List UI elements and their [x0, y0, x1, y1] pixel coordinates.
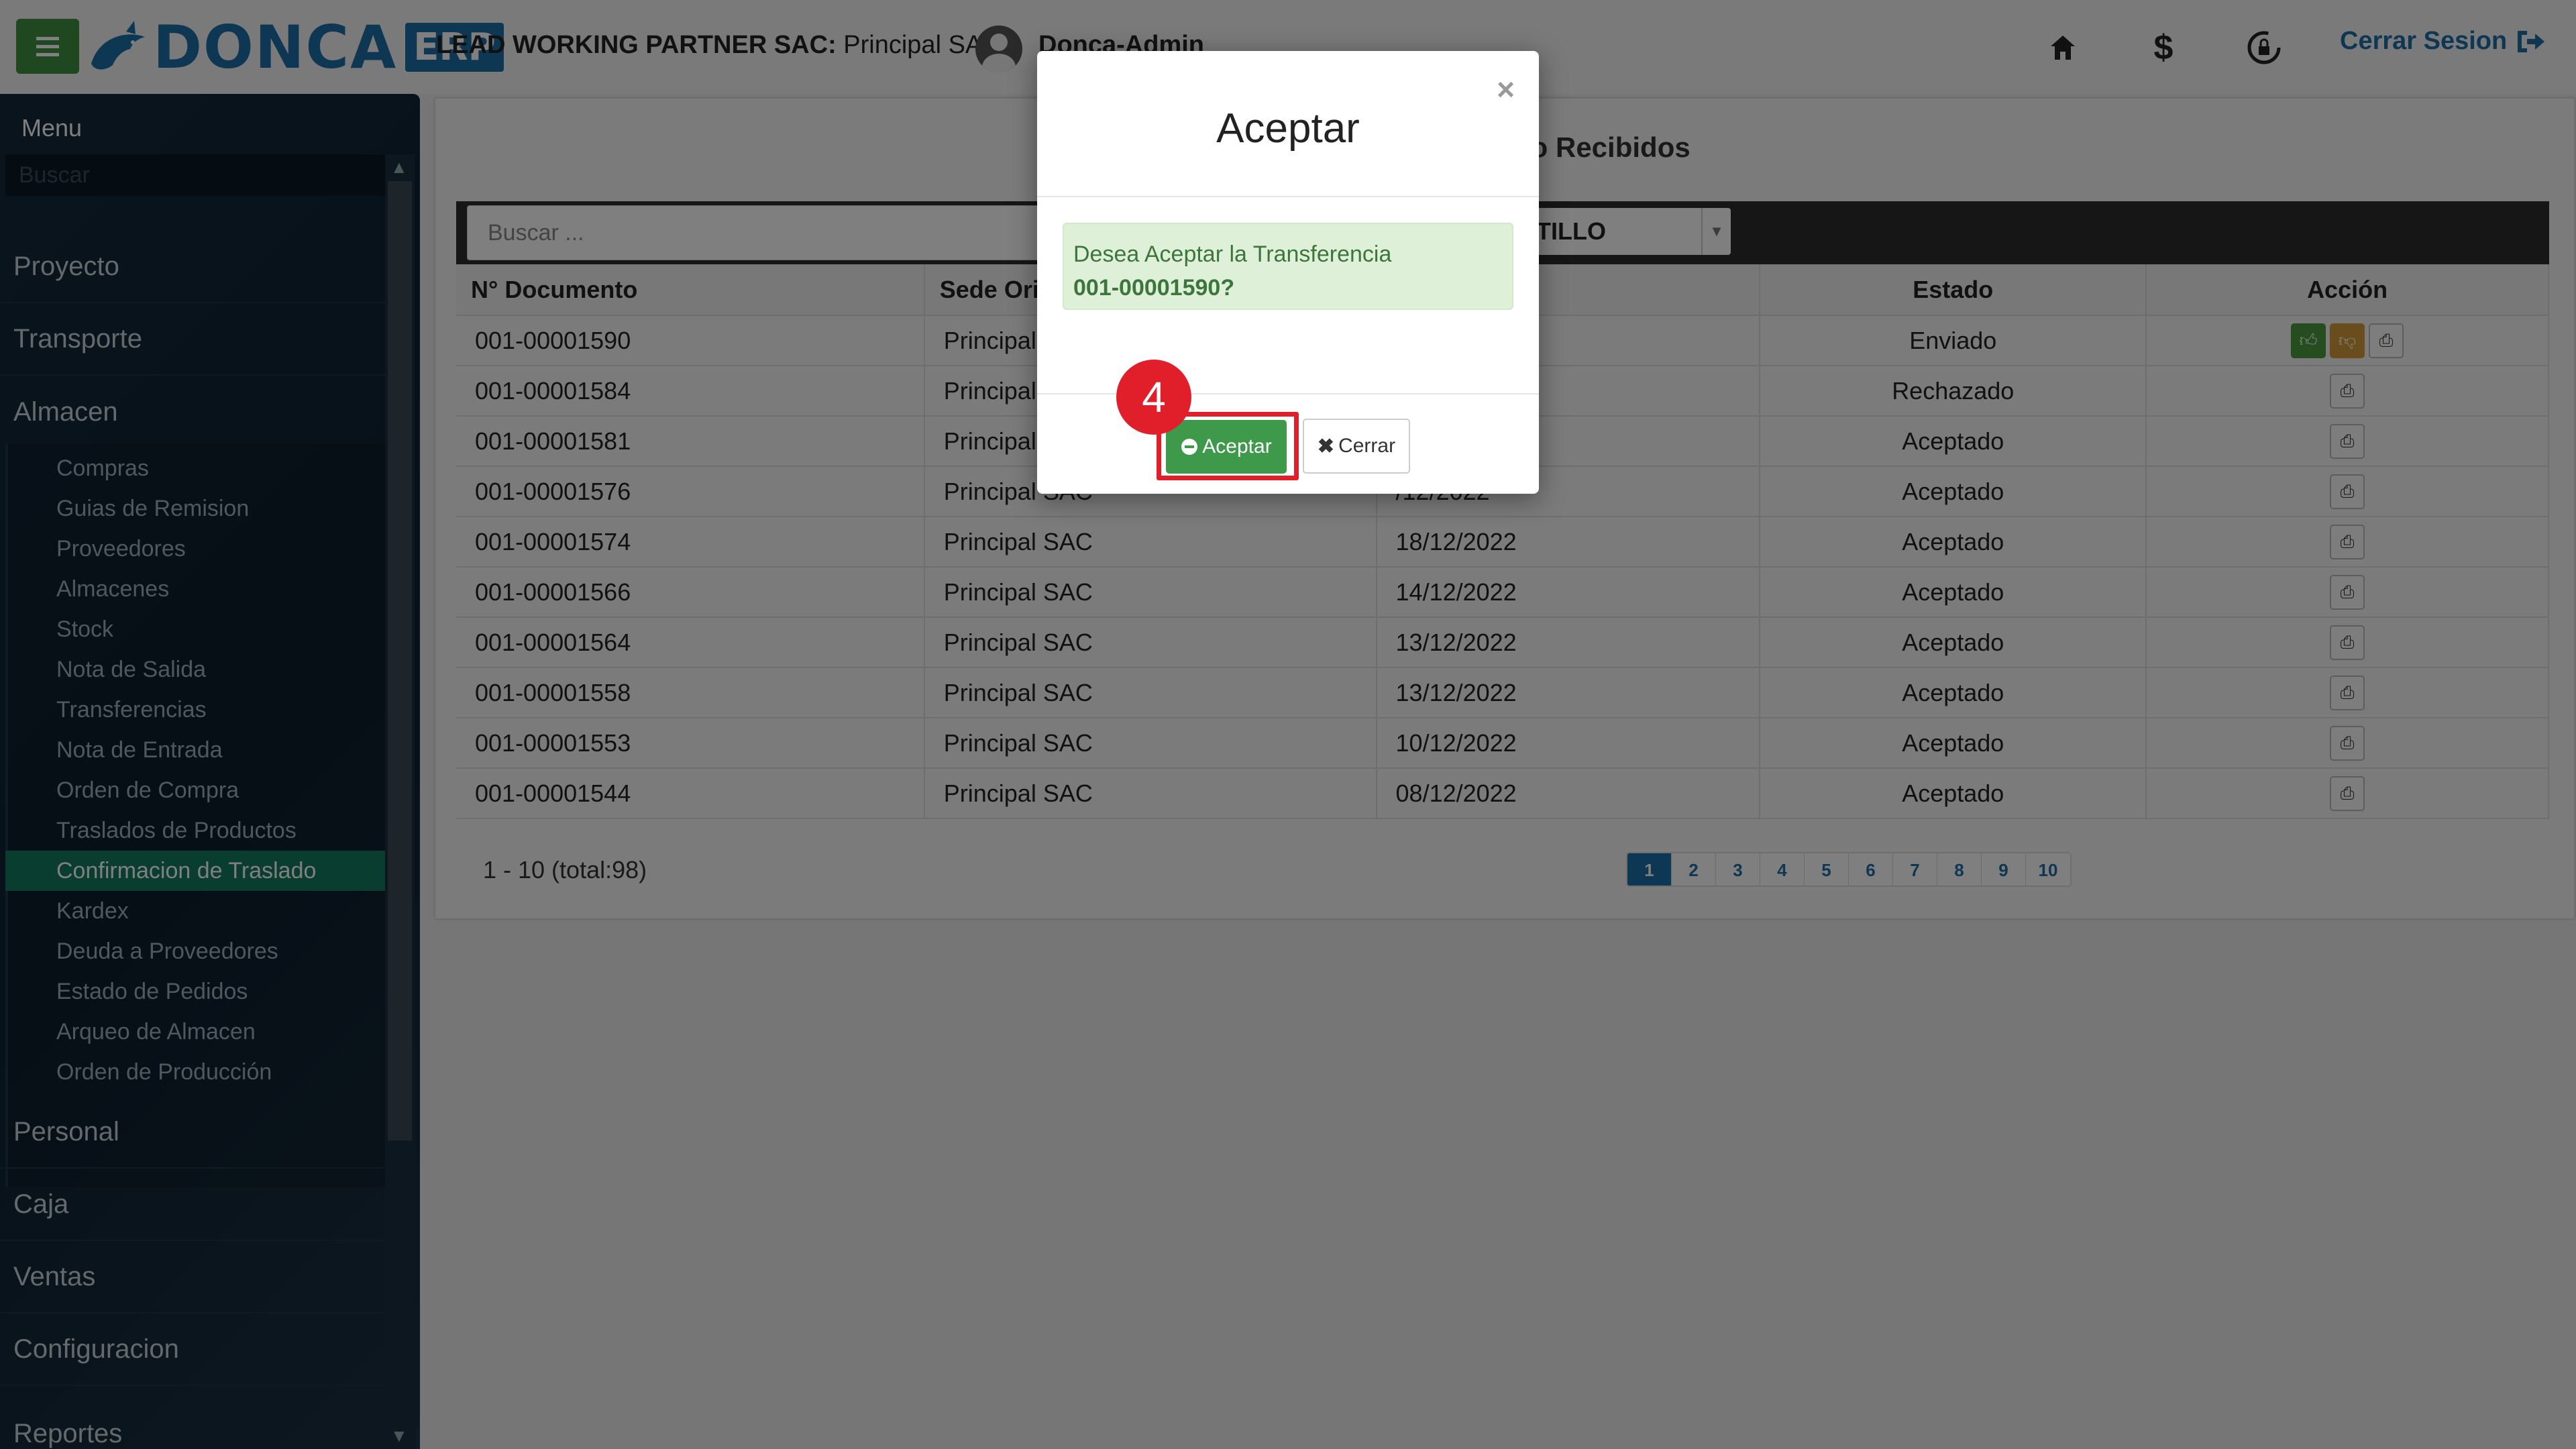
modal-message-doc: 001-00001590? — [1073, 275, 1235, 301]
close-icon[interactable]: × — [1497, 71, 1515, 107]
divider — [1037, 393, 1539, 394]
cancel-button[interactable]: ✖ Cerrar — [1303, 419, 1410, 474]
x-icon: ✖ — [1317, 435, 1335, 458]
cancel-button-label: Cerrar — [1338, 435, 1396, 457]
modal-title: Aceptar — [1216, 105, 1360, 152]
divider — [1037, 196, 1539, 197]
step-badge: 4 — [1116, 360, 1191, 435]
modal-message: Desea Aceptar la Transferencia 001-00001… — [1063, 223, 1513, 310]
modal-message-text: Desea Aceptar la Transferencia — [1073, 241, 1392, 267]
